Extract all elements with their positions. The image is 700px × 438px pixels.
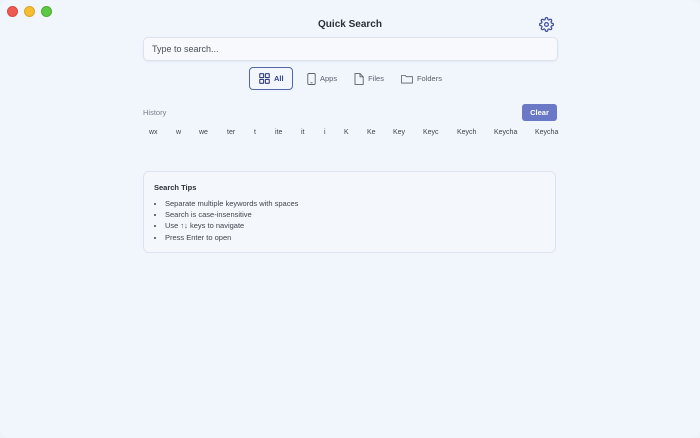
filter-all-label: All [274,74,284,83]
search-field[interactable] [143,37,558,61]
folder-icon [401,74,413,83]
history-item[interactable]: it [301,129,305,136]
filter-all-tab[interactable]: All [249,67,293,90]
history-item[interactable]: ter [227,129,235,136]
search-input[interactable] [144,38,557,60]
history-item[interactable]: Keycha [494,129,517,136]
tip-item: Press Enter to open [165,232,298,243]
filter-apps-tab[interactable]: Apps [300,68,344,90]
clear-history-button[interactable]: Clear [522,104,557,121]
file-icon [354,72,364,85]
gear-icon [539,17,554,32]
app-window: Quick Search All Apps [0,0,700,438]
history-item[interactable]: Key [393,129,405,136]
history-item[interactable]: w [176,129,181,136]
tip-item: Search is case-insensitive [165,209,298,220]
tips-list: Separate multiple keywords with spaces S… [154,198,298,243]
tip-item: Use ↑↓ keys to navigate [165,220,298,231]
history-list: wx w we ter t ite it i K Ke Key Keyc Key… [0,129,700,141]
history-item[interactable]: Keyc [423,129,439,136]
history-label: History [143,108,167,117]
filter-files-label: Files [368,74,384,83]
settings-button[interactable] [539,17,554,32]
search-tips-panel: Search Tips Separate multiple keywords w… [143,171,556,253]
phone-icon [307,72,316,85]
history-item[interactable]: we [199,129,208,136]
history-item[interactable]: i [324,129,326,136]
grid-icon [259,73,270,84]
filter-folders-label: Folders [416,74,442,83]
window-controls [7,6,52,17]
history-item[interactable]: Keych [457,129,476,136]
maximize-window-button[interactable] [41,6,52,17]
filter-tabs: All Apps Files Folders [249,67,451,90]
minimize-window-button[interactable] [24,6,35,17]
tip-item: Separate multiple keywords with spaces [165,198,298,209]
history-item[interactable]: ite [275,129,282,136]
filter-apps-label: Apps [320,74,338,83]
window-title: Quick Search [318,19,382,30]
history-item[interactable]: K [344,129,349,136]
tips-title: Search Tips [154,183,197,192]
history-item[interactable]: Ke [367,129,376,136]
filter-folders-tab[interactable]: Folders [394,68,449,90]
history-item[interactable]: wx [149,129,158,136]
history-item[interactable]: t [254,129,256,136]
close-window-button[interactable] [7,6,18,17]
filter-files-tab[interactable]: Files [347,68,391,90]
history-item[interactable]: Keycha [535,129,558,136]
